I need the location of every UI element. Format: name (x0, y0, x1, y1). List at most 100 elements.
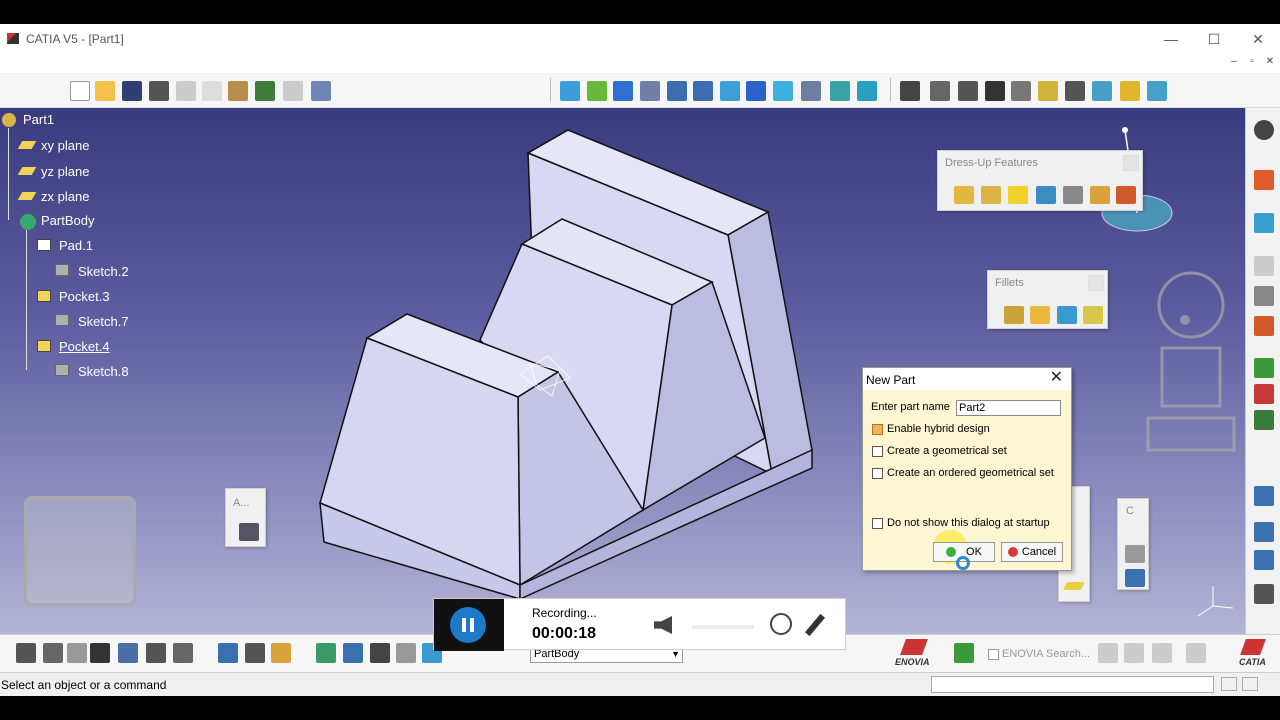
snap-icon[interactable] (118, 643, 138, 663)
hide-show-icon[interactable] (830, 81, 850, 101)
hybrid-design-checkbox[interactable] (872, 424, 883, 435)
iso-view-icon[interactable] (773, 81, 793, 101)
enovia-logo[interactable]: ENOVIA (893, 639, 943, 669)
tree-item-pocket4[interactable]: Pocket.4 (59, 339, 110, 354)
multi-view-icon[interactable] (746, 81, 766, 101)
paste-icon[interactable] (228, 81, 248, 101)
thickness-icon[interactable] (1063, 186, 1083, 204)
tree-item-pad1[interactable]: Pad.1 (59, 238, 93, 253)
rotate-icon[interactable] (640, 81, 660, 101)
transform-icon[interactable] (1254, 486, 1274, 506)
status-toggle-button[interactable] (1221, 677, 1237, 691)
stiffener-icon[interactable] (1120, 81, 1140, 101)
hole-icon[interactable] (1038, 81, 1058, 101)
shading-icon[interactable] (801, 81, 821, 101)
select-arrow-icon[interactable] (1254, 170, 1274, 190)
swap-space-icon[interactable] (857, 81, 877, 101)
variable-fillet-icon[interactable] (1030, 306, 1050, 324)
boolean-icon[interactable] (1254, 358, 1274, 378)
assemble-icon[interactable] (1254, 410, 1274, 430)
edge-fillet-icon[interactable] (1004, 306, 1024, 324)
visualization-icon[interactable] (173, 643, 193, 663)
zoom-out-icon[interactable] (693, 81, 713, 101)
tree-item-partbody[interactable]: PartBody (41, 213, 94, 228)
ordered-geometrical-set-checkbox[interactable] (872, 468, 883, 479)
thread-icon[interactable] (1090, 186, 1110, 204)
dialog-close-icon[interactable]: ✕ (1050, 370, 1063, 386)
redo-icon[interactable] (283, 81, 303, 101)
grid-icon[interactable] (90, 643, 110, 663)
constraint-defined-icon[interactable] (1125, 569, 1145, 587)
tree-item-yz-plane[interactable]: yz plane (41, 164, 89, 179)
apply-material-icon[interactable] (239, 523, 259, 541)
shaft-icon[interactable] (985, 81, 1005, 101)
groove-icon[interactable] (1011, 81, 1031, 101)
doc-restore-button[interactable]: ▫ (1244, 55, 1260, 69)
doc-close-button[interactable]: ✕ (1262, 55, 1278, 69)
remove-icon[interactable] (1254, 384, 1274, 404)
webcam-icon[interactable] (770, 613, 792, 635)
constraint-display-icon[interactable] (146, 643, 166, 663)
zoom-in-icon[interactable] (667, 81, 687, 101)
sketcher-icon[interactable] (900, 81, 920, 101)
doc-minimize-button[interactable]: – (1226, 55, 1242, 69)
pattern-icon[interactable] (1254, 550, 1274, 570)
minimize-button[interactable]: — (1149, 28, 1193, 50)
edge-fillet-icon[interactable] (954, 186, 974, 204)
tree-item-pocket3[interactable]: Pocket.3 (59, 289, 110, 304)
fillets-close-button[interactable] (1088, 275, 1104, 291)
enovia-connect-icon[interactable] (954, 643, 974, 663)
chamfer-icon[interactable] (981, 186, 1001, 204)
part-name-input[interactable]: Part2 (956, 400, 1061, 416)
pan-icon[interactable] (613, 81, 633, 101)
plane-icon[interactable] (1062, 582, 1086, 590)
undo-icon[interactable] (255, 81, 275, 101)
pocket-icon[interactable] (958, 81, 978, 101)
rib-icon[interactable] (1065, 81, 1085, 101)
tree-item-sketch2[interactable]: Sketch.2 (78, 264, 129, 279)
enovia-search-checkbox[interactable] (988, 649, 999, 660)
volume-slider[interactable] (692, 625, 754, 629)
enovia-tool-icon[interactable] (1186, 643, 1206, 663)
normal-view-icon[interactable] (720, 81, 740, 101)
draft-icon[interactable] (1008, 186, 1028, 204)
constraint-icon[interactable] (1125, 545, 1145, 563)
command-input[interactable] (931, 676, 1214, 693)
parameter-icon[interactable] (67, 643, 87, 663)
knowledge-icon[interactable] (43, 643, 63, 663)
copy-icon[interactable] (202, 81, 222, 101)
measure-between-icon[interactable] (245, 643, 265, 663)
new-icon[interactable] (70, 81, 90, 101)
settings-gear-icon[interactable] (1254, 120, 1274, 140)
print-icon[interactable] (149, 81, 169, 101)
tritangent-fillet-icon[interactable] (1083, 306, 1103, 324)
dimension-icon[interactable] (218, 643, 238, 663)
close-button[interactable]: ✕ (1236, 28, 1280, 50)
pause-button[interactable] (450, 607, 486, 643)
measure-icon[interactable] (1254, 286, 1274, 306)
tree-item-xy-plane[interactable]: xy plane (41, 138, 89, 153)
status-toggle-button[interactable] (1242, 677, 1258, 691)
enovia-tool-icon[interactable] (1152, 643, 1172, 663)
cancel-button[interactable]: Cancel (1001, 542, 1063, 562)
help-icon[interactable] (311, 81, 331, 101)
face-fillet-icon[interactable] (1057, 306, 1077, 324)
maximize-button[interactable]: ☐ (1192, 28, 1236, 50)
fly-mode-icon[interactable] (560, 81, 580, 101)
mirror-icon[interactable] (1254, 522, 1274, 542)
dressup-close-button[interactable] (1123, 155, 1139, 171)
layer-icon[interactable] (1254, 213, 1274, 233)
axis-system-icon[interactable] (1254, 584, 1274, 604)
formula-icon[interactable] (16, 643, 36, 663)
speaker-muted-icon[interactable] (654, 616, 672, 634)
slot-icon[interactable] (1092, 81, 1112, 101)
remove-face-icon[interactable] (1116, 186, 1136, 204)
tree-item-zx-plane[interactable]: zx plane (41, 189, 89, 204)
pad-icon[interactable] (930, 81, 950, 101)
enovia-tool-icon[interactable] (1098, 643, 1118, 663)
geometrical-set-checkbox[interactable] (872, 446, 883, 457)
save-icon[interactable] (122, 81, 142, 101)
cut-icon[interactable] (176, 81, 196, 101)
lock-icon[interactable] (271, 643, 291, 663)
dont-show-checkbox[interactable] (872, 518, 883, 529)
